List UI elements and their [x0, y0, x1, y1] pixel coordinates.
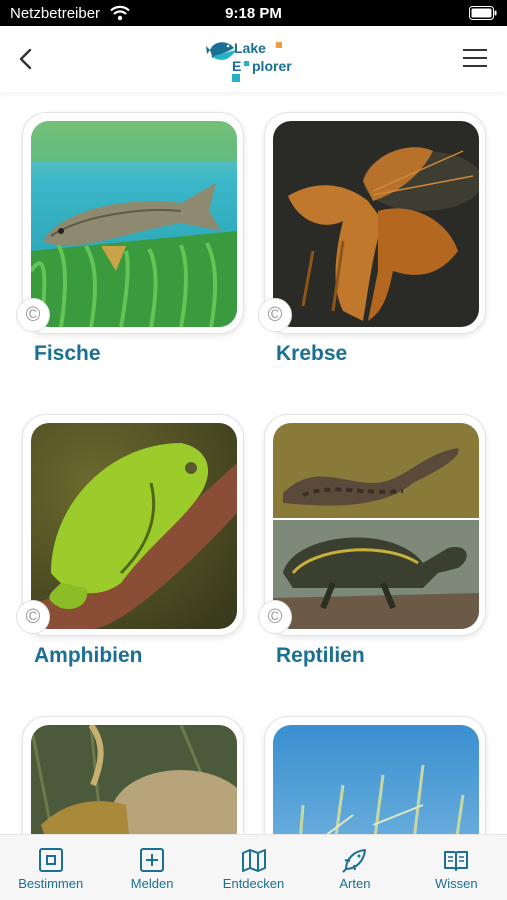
tab-label: Arten [339, 876, 371, 891]
map-icon [241, 849, 266, 872]
tab-label: Melden [130, 876, 174, 891]
fish-photo [31, 121, 237, 327]
crayfish-photo [273, 121, 479, 327]
card-frame [22, 414, 244, 636]
book-icon [444, 851, 469, 871]
tab-label: Bestimmen [18, 876, 84, 891]
category-label: Fische [34, 342, 101, 365]
category-label: Krebse [276, 342, 348, 365]
card-frame [22, 716, 244, 834]
plus-square-icon [140, 848, 165, 872]
tab-label: Entdecken [222, 876, 285, 891]
tab-melden[interactable]: Melden [101, 835, 202, 900]
card-frame [264, 414, 486, 636]
snail-photo [31, 725, 237, 834]
lake-explorer-logo: Lake E plorer [206, 34, 306, 84]
app-header: Lake E plorer [0, 26, 507, 92]
battery-icon [469, 6, 497, 20]
logo-word-plorer: plorer [252, 58, 292, 74]
copyright-icon[interactable]: © [258, 600, 292, 634]
card-frame [264, 716, 486, 834]
logo-dot-teal [244, 61, 249, 66]
card-frame [264, 112, 486, 334]
reptile-photo [273, 423, 479, 629]
tab-bestimmen[interactable]: Bestimmen [0, 835, 101, 900]
species-fish-icon [342, 849, 366, 873]
category-grid: © Fische © Krebse © Amphibien © Reptilie… [0, 92, 507, 834]
logo-dot-orange [276, 42, 282, 48]
category-label: Reptilien [276, 644, 365, 667]
clock: 9:18 PM [225, 5, 282, 22]
tab-arten[interactable]: Arten [304, 835, 405, 900]
frog-photo [31, 423, 237, 629]
copyright-icon[interactable]: © [258, 298, 292, 332]
copyright-icon[interactable]: © [16, 298, 50, 332]
category-label: Amphibien [34, 644, 143, 667]
status-bar: Netzbetreiber 9:18 PM [0, 0, 507, 26]
tab-entdecken[interactable]: Entdecken [203, 835, 304, 900]
tab-wissen[interactable]: Wissen [406, 835, 507, 900]
identify-icon [38, 848, 63, 872]
tab-label: Wissen [435, 876, 478, 891]
logo-word-lake: Lake [234, 40, 266, 56]
back-chevron-icon[interactable] [12, 44, 40, 74]
bottom-tab-bar: Bestimmen Melden Entdecken Arten Wissen [0, 834, 507, 900]
card-frame [22, 112, 244, 334]
plant-photo [273, 725, 479, 834]
logo-square-teal [232, 74, 240, 82]
logo-word-e: E [232, 58, 242, 74]
hamburger-menu-icon[interactable] [463, 48, 487, 68]
copyright-icon[interactable]: © [16, 600, 50, 634]
